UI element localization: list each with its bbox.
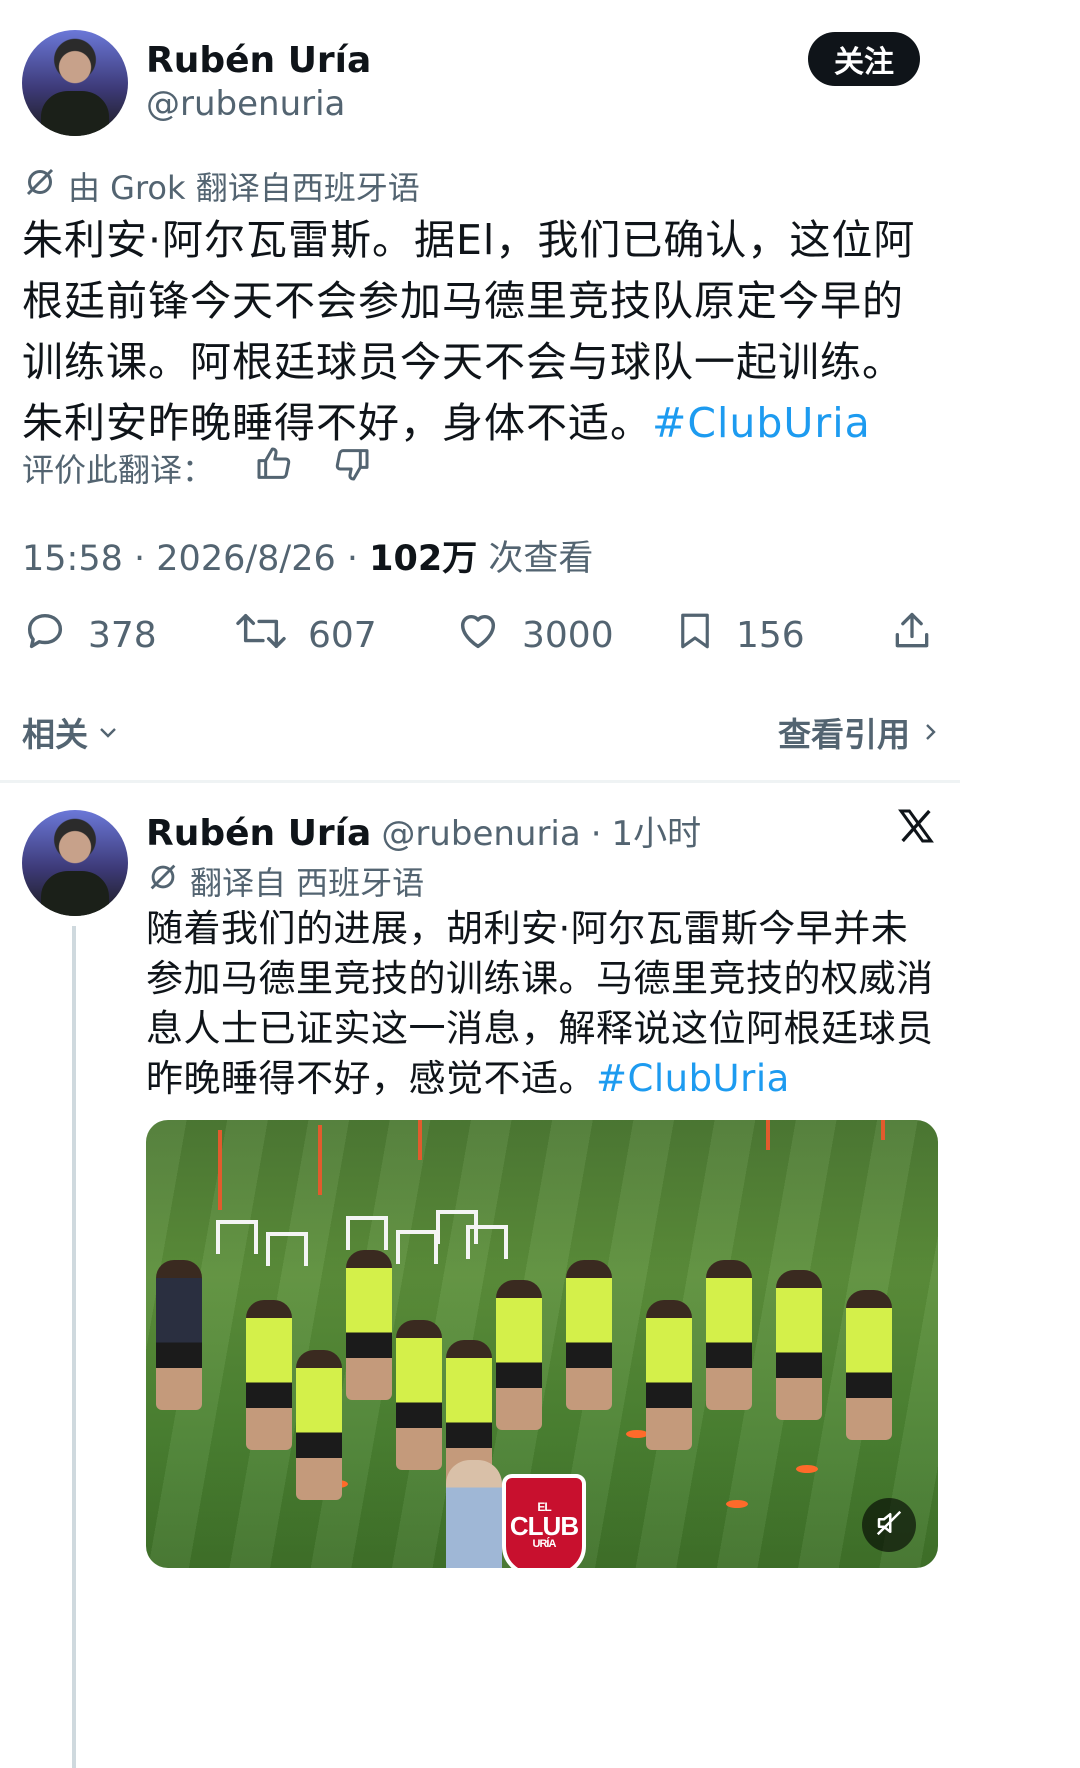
tweet-time[interactable]: 15:58 [22, 539, 123, 579]
reply-action[interactable]: 378 [22, 608, 157, 663]
grok-translate-icon [146, 860, 180, 902]
chevron-down-icon [96, 713, 120, 752]
hashtag-link[interactable]: #ClubUria [652, 399, 871, 447]
views-label: 次查看 [488, 539, 594, 579]
mute-button[interactable] [862, 1498, 916, 1552]
reply-count: 378 [88, 615, 157, 656]
like-count: 3000 [522, 615, 614, 656]
logo-text: CLUB [509, 1510, 579, 1541]
quoted-author-avatar[interactable] [22, 810, 128, 916]
quoted-translation-note: 翻译自 西班牙语 [146, 858, 424, 904]
rate-label: 评价此翻译： [22, 451, 215, 489]
like-action[interactable]: 3000 [454, 608, 614, 663]
retweet-icon[interactable] [234, 608, 288, 663]
reply-icon[interactable] [22, 608, 68, 663]
tweet-meta: 15:58 · 2026/8/26 · 102万 次查看 [22, 539, 594, 579]
follow-button[interactable]: 关注 [808, 32, 920, 86]
share-icon[interactable] [890, 608, 934, 658]
coach-figure [446, 1460, 502, 1568]
quoted-time[interactable]: 1小时 [612, 806, 702, 855]
quoted-text: 随着我们的进展，胡利安·阿尔瓦雷斯今早并未参加马德里竞技的训练课。马德里竞技的权… [146, 904, 936, 1104]
logo-bottom-text: URÍA [532, 1537, 557, 1550]
quoted-translation-text: 翻译自 西班牙语 [190, 864, 425, 902]
quoted-author-handle[interactable]: @rubenuria [381, 814, 580, 854]
section-divider [0, 780, 960, 783]
quoted-hashtag-link[interactable]: #ClubUria [596, 1057, 790, 1100]
club-uria-logo: EL CLUB URÍA [502, 1474, 586, 1568]
retweet-action[interactable]: 607 [234, 608, 377, 663]
view-quotes-label: 查看引用 [778, 715, 910, 754]
thumbs-up-icon[interactable] [254, 444, 294, 492]
retweet-count: 607 [308, 615, 377, 656]
bookmark-icon[interactable] [674, 608, 716, 663]
views-count: 102万 [369, 539, 478, 579]
tweet-date[interactable]: 2026/8/26 [156, 539, 335, 579]
rate-translation: 评价此翻译： [22, 444, 372, 492]
related-label: 相关 [22, 715, 88, 754]
chevron-right-icon [918, 713, 942, 752]
bookmark-count: 156 [736, 615, 805, 656]
x-logo-icon[interactable] [896, 806, 936, 850]
tweet-text: 朱利安·阿尔瓦雷斯。据El，我们已确认，这位阿根廷前锋今天不会参加马德里竞技队原… [22, 210, 922, 454]
video-player[interactable]: EL CLUB URÍA [146, 1120, 938, 1568]
quoted-header: Rubén Uría @rubenuria · 1小时 [146, 806, 701, 855]
related-dropdown[interactable]: 相关 [22, 708, 120, 756]
grok-translate-icon [22, 164, 58, 208]
quoted-body: 随着我们的进展，胡利安·阿尔瓦雷斯今早并未参加马德里竞技的训练课。马德里竞技的权… [146, 907, 934, 1100]
author-avatar[interactable] [22, 30, 128, 136]
mute-icon [874, 1508, 904, 1542]
view-quotes-link[interactable]: 查看引用 [778, 708, 942, 756]
thread-line [72, 926, 76, 1768]
translation-note-text: 由 Grok 翻译自西班牙语 [68, 169, 420, 207]
translation-note: 由 Grok 翻译自西班牙语 [22, 163, 420, 209]
thumbs-down-icon[interactable] [332, 444, 372, 492]
bookmark-action[interactable]: 156 [674, 608, 805, 663]
author-handle[interactable]: @rubenuria [146, 84, 345, 124]
author-name[interactable]: Rubén Uría [146, 40, 371, 81]
heart-icon[interactable] [454, 608, 502, 663]
quoted-author-name[interactable]: Rubén Uría [146, 813, 371, 854]
